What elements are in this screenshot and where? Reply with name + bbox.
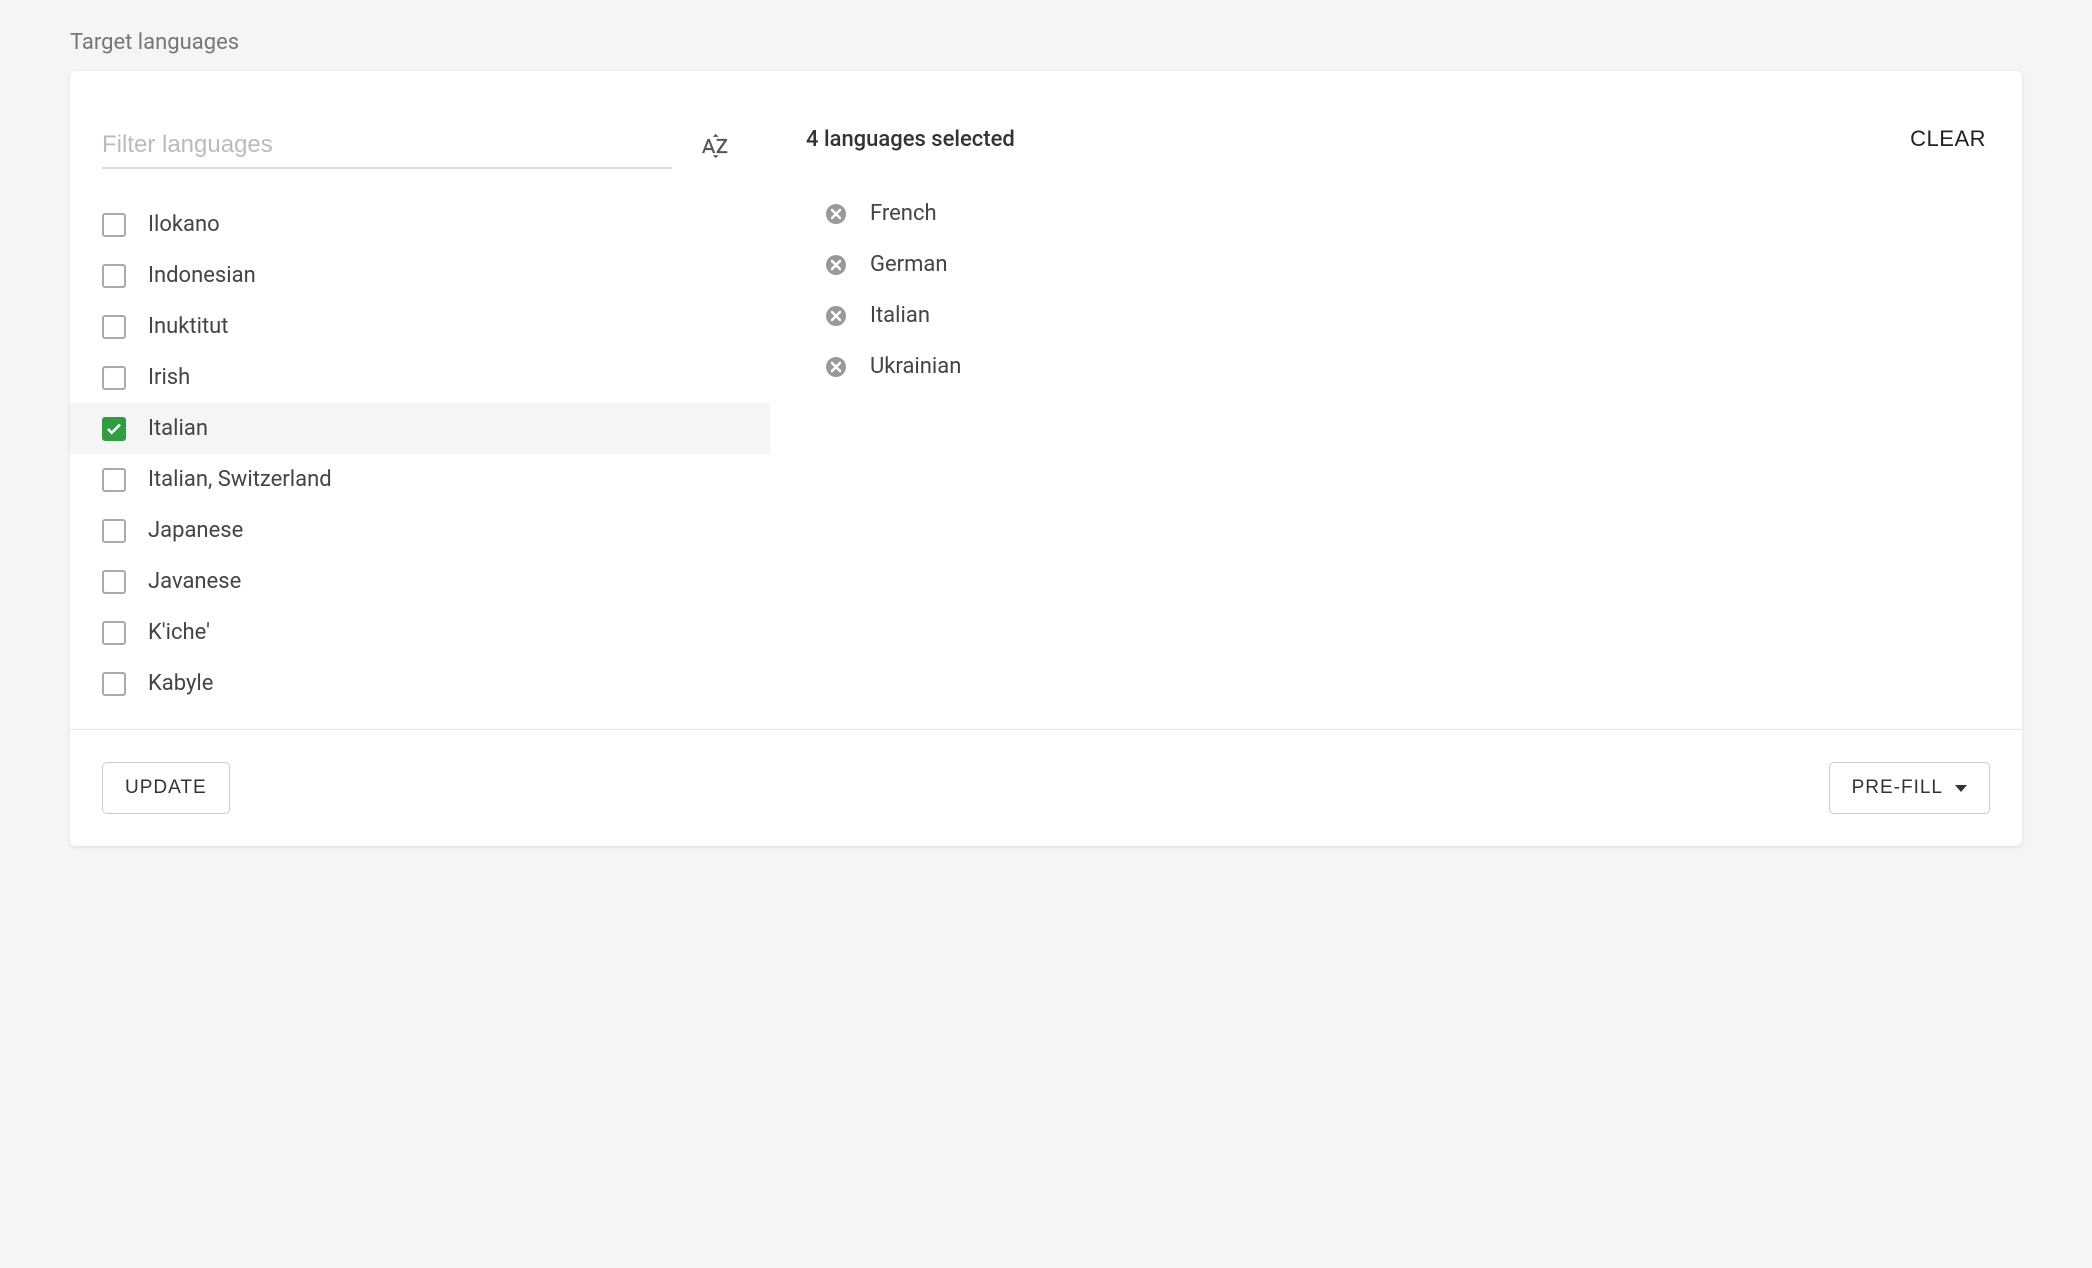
selected-languages-column: 4 languages selected CLEAR French German I… (770, 71, 2022, 729)
language-label: Javanese (148, 569, 241, 594)
main-area: Ilokano Indonesian Inuktitut Irish Italian It… (70, 71, 2022, 729)
language-item[interactable]: Irish (70, 352, 770, 403)
filter-row (70, 71, 770, 169)
language-label: Kabyle (148, 671, 213, 696)
check-icon (105, 420, 123, 438)
language-item[interactable]: Inuktitut (70, 301, 770, 352)
language-item[interactable]: Javanese (70, 556, 770, 607)
language-item[interactable]: K'iche' (70, 607, 770, 658)
checkbox[interactable] (102, 519, 126, 543)
language-item[interactable]: Indonesian (70, 250, 770, 301)
checkbox[interactable] (102, 570, 126, 594)
selected-label: French (870, 201, 937, 226)
target-languages-card: Ilokano Indonesian Inuktitut Irish Italian It… (70, 71, 2022, 846)
language-label: Italian, Switzerland (148, 467, 332, 492)
sort-alpha-icon (700, 131, 730, 161)
language-label: Inuktitut (148, 314, 228, 339)
section-title: Target languages (70, 30, 2022, 55)
close-circle-icon (824, 253, 848, 277)
selected-label: German (870, 252, 948, 277)
selected-item: Ukrainian (824, 341, 1986, 392)
language-item[interactable]: Italian (70, 403, 770, 454)
prefill-label: PRE-FILL (1852, 777, 1943, 799)
selected-header: 4 languages selected CLEAR (806, 126, 1986, 152)
selected-item: German (824, 239, 1986, 290)
close-circle-icon (824, 202, 848, 226)
language-label: Irish (148, 365, 190, 390)
language-item[interactable]: Kabyle (70, 658, 770, 709)
remove-button[interactable] (824, 304, 848, 328)
language-label: K'iche' (148, 620, 210, 645)
selected-label: Italian (870, 303, 930, 328)
clear-button[interactable]: CLEAR (1910, 126, 1986, 152)
caret-down-icon (1955, 785, 1967, 792)
sort-alpha-button[interactable] (692, 131, 738, 161)
available-languages-column: Ilokano Indonesian Inuktitut Irish Italian It… (70, 71, 770, 729)
checkbox[interactable] (102, 366, 126, 390)
close-circle-icon (824, 355, 848, 379)
checkbox[interactable] (102, 468, 126, 492)
selected-list: French German Italian Ukrainian (806, 188, 1986, 392)
remove-button[interactable] (824, 202, 848, 226)
footer-bar: UPDATE PRE-FILL (70, 729, 2022, 846)
selected-label: Ukrainian (870, 354, 961, 379)
close-circle-icon (824, 304, 848, 328)
remove-button[interactable] (824, 253, 848, 277)
language-label: Italian (148, 416, 208, 441)
checkbox[interactable] (102, 672, 126, 696)
language-label: Indonesian (148, 263, 256, 288)
language-label: Japanese (148, 518, 243, 543)
language-list: Ilokano Indonesian Inuktitut Irish Italian It… (70, 169, 770, 729)
checkbox[interactable] (102, 417, 126, 441)
language-item[interactable]: Japanese (70, 505, 770, 556)
selected-count-text: 4 languages selected (806, 127, 1015, 152)
language-item[interactable]: Italian, Switzerland (70, 454, 770, 505)
language-label: Ilokano (148, 212, 220, 237)
checkbox[interactable] (102, 264, 126, 288)
prefill-button[interactable]: PRE-FILL (1829, 762, 1990, 814)
checkbox[interactable] (102, 315, 126, 339)
selected-item: Italian (824, 290, 1986, 341)
remove-button[interactable] (824, 355, 848, 379)
filter-input[interactable] (102, 123, 672, 169)
selected-item: French (824, 188, 1986, 239)
checkbox[interactable] (102, 213, 126, 237)
checkbox[interactable] (102, 621, 126, 645)
update-button[interactable]: UPDATE (102, 762, 230, 814)
language-item[interactable]: Ilokano (70, 199, 770, 250)
